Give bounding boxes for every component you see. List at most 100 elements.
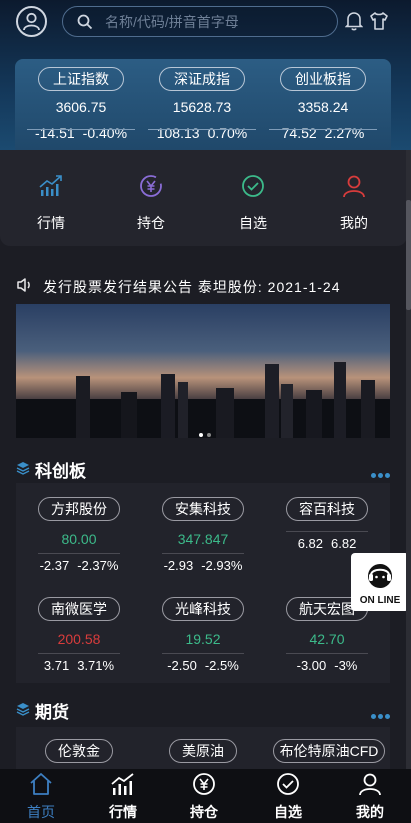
- stock-item[interactable]: 航天宏图 42.70 -3.00 -3%: [268, 597, 386, 702]
- section-header-futures: 期货: [16, 696, 392, 722]
- index-value: 15628.73: [172, 99, 232, 115]
- section-title: 期货: [35, 703, 69, 722]
- online-support-button[interactable]: ON LINE: [351, 553, 409, 611]
- tab-home[interactable]: 首页: [11, 772, 71, 822]
- shirt-icon[interactable]: [369, 11, 389, 31]
- tab-mine[interactable]: 我的: [340, 772, 400, 822]
- index-item[interactable]: 创业板指 3358.24 74.52 2.27%: [263, 67, 383, 155]
- index-item[interactable]: 深证成指 15628.73 108.13 0.70%: [142, 67, 262, 155]
- yuan-coin-icon: [140, 175, 162, 197]
- stock-change-value: -2.50: [167, 658, 197, 673]
- divider: [286, 653, 368, 654]
- index-change-percent: 2.27%: [324, 125, 365, 141]
- online-label: ON LINE: [359, 595, 401, 606]
- stock-name: 安集科技: [162, 497, 244, 521]
- stock-item[interactable]: 光峰科技 19.52 -2.50 -2.5%: [144, 597, 262, 702]
- notice-text: 发行股票发行结果公告 泰坦股份: 2021-1-24: [43, 279, 341, 295]
- index-change-percent: 0.70%: [207, 125, 248, 141]
- pagination-dot[interactable]: [199, 433, 203, 437]
- stock-change: 6.82 6.82: [268, 536, 386, 551]
- bell-icon[interactable]: [345, 11, 363, 31]
- futures-item[interactable]: 美原油: [144, 739, 262, 769]
- more-icon[interactable]: [369, 706, 390, 724]
- user-icon: [23, 12, 40, 31]
- tab-label: 我的: [356, 804, 384, 820]
- check-circle-icon: [277, 773, 299, 795]
- tab-holdings[interactable]: 持仓: [174, 772, 234, 822]
- yuan-coin-icon: [193, 773, 215, 795]
- stock-item[interactable]: 方邦股份 80.00 -2.37 -2.37%: [20, 497, 138, 602]
- futures-name: 布伦特原油CFD: [272, 739, 386, 763]
- index-name: 深证成指: [159, 67, 245, 91]
- quick-menu-holdings[interactable]: 持仓: [121, 174, 181, 233]
- index-item[interactable]: 上证指数 3606.75 -14.51 -0.40%: [21, 67, 141, 155]
- stock-price: 42.70: [309, 631, 345, 647]
- stock-change-value: -3.00: [296, 658, 327, 673]
- stock-change: -3.00 -3%: [268, 658, 386, 673]
- quick-menu-market[interactable]: 行情: [21, 174, 81, 233]
- stock-price: 347.847: [177, 531, 229, 547]
- more-icon[interactable]: [369, 465, 390, 483]
- futures-name: 美原油: [169, 739, 237, 763]
- avatar[interactable]: [16, 6, 47, 37]
- chart-icon: [111, 773, 134, 795]
- stock-change-value: -2.37: [39, 558, 70, 573]
- stock-name: 南微医学: [38, 597, 120, 621]
- stock-price: 200.58: [57, 631, 101, 647]
- tab-market[interactable]: 行情: [93, 772, 153, 822]
- stock-change-percent: 3.71%: [77, 658, 115, 673]
- stock-change-percent: -2.37%: [77, 558, 119, 573]
- divider: [162, 553, 244, 554]
- layers-icon: [16, 462, 30, 475]
- index-value: 3606.75: [55, 99, 107, 115]
- market-index-card: 上证指数 3606.75 -14.51 -0.40% 深证成指 15628.73 …: [15, 59, 391, 155]
- stock-change-value: -2.93: [163, 558, 194, 573]
- index-change-value: -14.51: [34, 125, 75, 141]
- stock-change: -2.93 -2.93%: [144, 558, 262, 573]
- search-field[interactable]: [62, 6, 338, 37]
- stock-name: 光峰科技: [162, 597, 244, 621]
- index-change-value: 108.13: [156, 125, 200, 141]
- divider: [162, 653, 244, 654]
- quick-menu-watchlist[interactable]: 自选: [223, 174, 283, 233]
- city-skyline-image: [16, 362, 390, 438]
- bottom-tab-bar: 首页 行情 持仓 自选 我的: [0, 769, 411, 823]
- quick-menu-mine[interactable]: 我的: [324, 174, 384, 233]
- scrollbar[interactable]: [406, 150, 411, 769]
- stock-change: 3.71 3.71%: [20, 658, 138, 673]
- quick-menu-label: 自选: [239, 215, 267, 231]
- section-header-kechuang: 科创板: [16, 455, 392, 481]
- futures-item[interactable]: 布伦特原油CFD: [268, 739, 390, 769]
- stock-change-value: 6.82: [297, 536, 323, 551]
- tab-label: 首页: [27, 804, 55, 820]
- divider: [269, 129, 377, 130]
- divider: [27, 129, 135, 130]
- headset-icon: [368, 564, 392, 588]
- home-icon: [30, 773, 52, 795]
- futures-item[interactable]: 伦敦金: [20, 739, 138, 769]
- divider: [148, 129, 256, 130]
- quick-menu-label: 行情: [37, 215, 65, 231]
- check-circle-icon: [242, 175, 264, 197]
- index-change: 108.13 0.70%: [142, 125, 262, 141]
- stock-price: 80.00: [61, 531, 97, 547]
- quick-menu: 行情 持仓 自选 我的: [0, 150, 407, 246]
- pagination-dot[interactable]: [207, 433, 211, 437]
- stock-item[interactable]: 安集科技 347.847 -2.93 -2.93%: [144, 497, 262, 602]
- divider: [38, 553, 120, 554]
- layers-icon: [16, 703, 30, 716]
- city-night-banner-image[interactable]: [16, 304, 390, 438]
- divider: [286, 531, 368, 532]
- index-change: 74.52 2.27%: [263, 125, 383, 141]
- index-value: 3358.24: [297, 99, 349, 115]
- notice-ticker[interactable]: 发行股票发行结果公告 泰坦股份: 2021-1-24: [16, 275, 392, 297]
- chart-icon: [39, 175, 62, 196]
- quick-menu-label: 持仓: [137, 215, 165, 231]
- stock-item[interactable]: 南微医学 200.58 3.71 3.71%: [20, 597, 138, 702]
- search-input[interactable]: [105, 12, 325, 32]
- index-name: 上证指数: [38, 67, 124, 91]
- stock-price: 19.52: [185, 631, 221, 647]
- futures-name: 伦敦金: [45, 739, 113, 763]
- tab-watchlist[interactable]: 自选: [258, 772, 318, 822]
- scrollbar-thumb[interactable]: [406, 200, 411, 310]
